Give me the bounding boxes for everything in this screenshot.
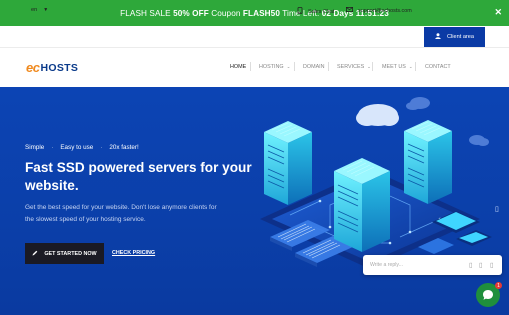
nav-home-label: HOME — [230, 64, 247, 70]
get-started-button[interactable]: GET STARTED NOW — [25, 243, 104, 264]
main-header: ec HOSTS HOME HOSTING ⌄ DOMAIN SERVICES … — [0, 48, 509, 87]
nav-services-label: SERVICES — [337, 64, 365, 70]
nav-domain[interactable]: DOMAIN — [303, 64, 325, 70]
flash-sale-bar: FLASH SALE 50% OFF Coupon FLASH50 Time L… — [0, 0, 509, 26]
envelope-icon — [346, 7, 353, 14]
language-value: en — [31, 7, 38, 13]
hero-tagline: Simple · Easy to use · 20x faster! — [25, 144, 139, 151]
client-area-label: Client area — [446, 34, 475, 40]
phone-icon — [297, 7, 303, 16]
check-pricing-link[interactable]: CHECK PRICING — [112, 250, 155, 256]
hero-headline: Fast SSD powered servers for your websit… — [25, 160, 252, 193]
tagline-simple: Simple — [25, 144, 45, 151]
nav-divider — [250, 62, 251, 71]
tagline-faster: 20x faster! — [109, 144, 139, 151]
caret-down-icon: ▼ — [43, 7, 49, 13]
support-email-link[interactable]: support@echosts.com — [346, 7, 412, 14]
chevron-down-icon: ⌄ — [367, 64, 372, 69]
flash-text-mid: Coupon — [208, 8, 243, 18]
language-selector[interactable]: en ▼ — [31, 7, 48, 13]
server-tower — [404, 120, 452, 204]
cloud-icon — [469, 135, 489, 146]
nav-divider — [372, 62, 373, 71]
chevron-down-icon: ⌄ — [408, 64, 413, 69]
logo-ec: ec — [26, 60, 40, 75]
cloud-icon — [356, 104, 399, 126]
sales-chat-label: Sales Chat — [308, 8, 335, 15]
tagline-separator: · — [100, 144, 103, 151]
chevron-down-icon: ⌄ — [286, 64, 291, 69]
logo[interactable]: ec HOSTS — [26, 60, 78, 75]
send-icon[interactable]: ▯ — [490, 261, 494, 269]
chat-bubble-icon — [483, 290, 493, 300]
emoji-icon[interactable]: ▯ — [469, 261, 473, 269]
flash-text: FLASH SALE — [120, 8, 174, 18]
flash-coupon-code: FLASH50 — [242, 8, 280, 18]
nav-meet-us-label: MEET US — [382, 64, 406, 70]
close-icon[interactable]: ✕ — [494, 7, 502, 18]
nav-services[interactable]: SERVICES ⌄ — [337, 64, 371, 70]
get-started-label: GET STARTED NOW — [44, 250, 97, 257]
nav-meet-us[interactable]: MEET US ⌄ — [382, 64, 413, 70]
support-email: support@echosts.com — [358, 7, 412, 14]
flash-discount: 50% OFF — [173, 8, 209, 18]
tagline-separator: · — [51, 144, 54, 151]
pencil-icon — [32, 250, 38, 258]
attachment-icon[interactable]: ▯ — [479, 261, 483, 269]
chat-reply-box[interactable]: Write a reply... ▯ ▯ ▯ — [363, 255, 502, 275]
sales-chat-link[interactable]: Sales Chat — [297, 7, 334, 16]
nav-hosting-label: HOSTING — [259, 64, 284, 70]
logo-hosts: HOSTS — [40, 61, 79, 74]
side-tab-icon[interactable]: ▯ — [495, 205, 501, 215]
server-illustration — [260, 97, 492, 269]
nav-home[interactable]: HOME — [230, 64, 246, 70]
nav-divider — [328, 62, 329, 71]
client-area-button[interactable]: Client area — [424, 27, 485, 47]
nav-contact-label: CONTACT — [425, 64, 451, 70]
tagline-easy: Easy to use — [60, 144, 94, 151]
notification-badge: 1 — [495, 282, 502, 289]
hero-description: Get the best speed for your website. Don… — [25, 204, 217, 223]
nav-divider — [294, 62, 295, 71]
cloud-icon — [406, 97, 430, 110]
nav-domain-label: DOMAIN — [303, 64, 325, 70]
nav-hosting[interactable]: HOSTING ⌄ — [259, 64, 290, 70]
chat-input-placeholder[interactable]: Write a reply... — [370, 262, 403, 268]
server-tower — [264, 121, 312, 205]
nav-divider — [415, 62, 416, 71]
hero-section: Simple · Easy to use · 20x faster! Fast … — [0, 87, 509, 315]
server-tower — [334, 158, 390, 252]
user-icon — [435, 33, 441, 41]
nav-contact[interactable]: CONTACT — [425, 64, 451, 70]
